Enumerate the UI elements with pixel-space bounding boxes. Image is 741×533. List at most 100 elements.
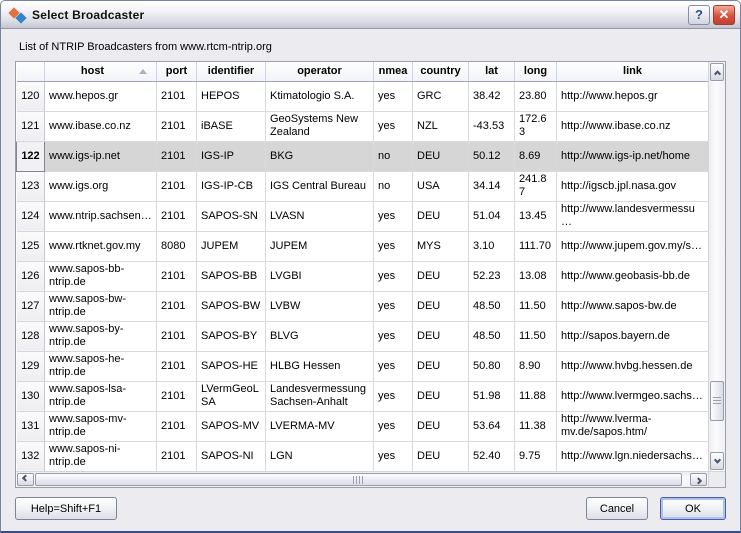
cell-long[interactable]: 111.70 [515, 231, 557, 261]
cell-identifier[interactable]: SAPOS-BW [197, 291, 266, 321]
cell-nmea[interactable]: yes [374, 201, 413, 231]
cell-operator[interactable]: Ktimatologio S.A. [266, 81, 374, 111]
cell-port[interactable]: 2101 [157, 321, 197, 351]
cell-nmea[interactable]: no [374, 141, 413, 171]
cell-link[interactable]: http://www.jupem.gov.my/s… [557, 231, 709, 261]
column-header-lat[interactable]: lat [469, 62, 515, 81]
cell-identifier[interactable]: SAPOS-BY [197, 321, 266, 351]
cell-host[interactable]: www.ibase.co.nz [45, 111, 157, 141]
cell-identifier[interactable]: JUPEM [197, 231, 266, 261]
context-help-icon[interactable]: ? [688, 5, 710, 25]
column-header-long[interactable]: long [515, 62, 557, 81]
cell-lat[interactable]: 50.80 [469, 351, 515, 381]
cell-long[interactable]: 8.69 [515, 141, 557, 171]
row-number-cell[interactable]: 129 [17, 351, 45, 381]
cell-nmea[interactable]: yes [374, 381, 413, 411]
cell-country[interactable]: DEU [413, 351, 469, 381]
cancel-button[interactable]: Cancel [586, 497, 648, 520]
cell-operator[interactable]: BLVG [266, 321, 374, 351]
cell-link[interactable]: http://www.landesvermessu… [557, 201, 709, 231]
horizontal-scrollbar-thumb[interactable] [35, 473, 682, 486]
cell-lat[interactable]: 52.23 [469, 261, 515, 291]
ok-button[interactable]: OK [660, 497, 726, 520]
cell-port[interactable]: 2101 [157, 381, 197, 411]
cell-long[interactable]: 11.50 [515, 321, 557, 351]
cell-identifier[interactable]: SAPOS-BB [197, 261, 266, 291]
cell-operator[interactable]: IGS Central Bureau [266, 171, 374, 201]
cell-operator[interactable]: LVERMA-MV [266, 411, 374, 441]
cell-port[interactable]: 2101 [157, 111, 197, 141]
scroll-left-button[interactable] [17, 473, 34, 486]
cell-nmea[interactable]: yes [374, 111, 413, 141]
cell-link[interactable]: http://igscb.jpl.nasa.gov [557, 171, 709, 201]
cell-host[interactable]: www.hepos.gr [45, 81, 157, 111]
cell-host[interactable]: www.sapos-ni-ntrip.de [45, 441, 157, 471]
cell-host[interactable]: www.igs.org [45, 171, 157, 201]
cell-nmea[interactable]: yes [374, 231, 413, 261]
column-header-operator[interactable]: operator [266, 62, 374, 81]
cell-port[interactable]: 2101 [157, 291, 197, 321]
cell-country[interactable]: NZL [413, 111, 469, 141]
cell-identifier[interactable]: IGS-IP-CB [197, 171, 266, 201]
horizontal-scrollbar-track[interactable] [35, 472, 689, 487]
cell-host[interactable]: www.sapos-he-ntrip.de [45, 351, 157, 381]
cell-long[interactable]: 11.38 [515, 411, 557, 441]
cell-identifier[interactable]: SAPOS-SN [197, 201, 266, 231]
cell-port[interactable]: 2101 [157, 201, 197, 231]
cell-operator[interactable]: JUPEM [266, 231, 374, 261]
cell-nmea[interactable]: yes [374, 321, 413, 351]
cell-long[interactable]: 241.87 [515, 171, 557, 201]
cell-nmea[interactable]: yes [374, 291, 413, 321]
cell-lat[interactable]: 3.10 [469, 231, 515, 261]
cell-identifier[interactable]: SAPOS-MV [197, 411, 266, 441]
column-header-link[interactable]: link [557, 62, 709, 81]
cell-lat[interactable]: 51.98 [469, 381, 515, 411]
row-number-cell[interactable]: 130 [17, 381, 45, 411]
cell-operator[interactable]: GeoSystems New Zealand [266, 111, 374, 141]
cell-country[interactable]: DEU [413, 201, 469, 231]
cell-country[interactable]: DEU [413, 261, 469, 291]
cell-host[interactable]: www.sapos-mv-ntrip.de [45, 411, 157, 441]
row-number-cell[interactable]: 128 [17, 321, 45, 351]
cell-link[interactable]: http://www.ibase.co.nz [557, 111, 709, 141]
cell-port[interactable]: 2101 [157, 171, 197, 201]
column-header-port[interactable]: port [157, 62, 197, 81]
cell-port[interactable]: 2101 [157, 141, 197, 171]
cell-country[interactable]: DEU [413, 141, 469, 171]
cell-link[interactable]: http://www.lvermgeo.sachs… [557, 381, 709, 411]
scroll-right-button[interactable] [690, 473, 707, 486]
cell-identifier[interactable]: SAPOS-HE [197, 351, 266, 381]
cell-lat[interactable]: 38.42 [469, 81, 515, 111]
column-header-nmea[interactable]: nmea [374, 62, 413, 81]
cell-long[interactable]: 23.80 [515, 81, 557, 111]
cell-operator[interactable]: Landesvermessung Sachsen-Anhalt [266, 381, 374, 411]
cell-lat[interactable]: 53.64 [469, 411, 515, 441]
cell-host[interactable]: www.sapos-lsa-ntrip.de [45, 381, 157, 411]
cell-host[interactable]: www.sapos-by-ntrip.de [45, 321, 157, 351]
cell-country[interactable]: DEU [413, 381, 469, 411]
cell-lat[interactable]: 51.04 [469, 201, 515, 231]
cell-operator[interactable]: LVBW [266, 291, 374, 321]
cell-link[interactable]: http://www.sapos-bw.de [557, 291, 709, 321]
cell-nmea[interactable]: yes [374, 81, 413, 111]
cell-lat[interactable]: 34.14 [469, 171, 515, 201]
cell-host[interactable]: www.sapos-bw-ntrip.de [45, 291, 157, 321]
scroll-up-button[interactable] [710, 63, 724, 81]
cell-host[interactable]: www.sapos-bb-ntrip.de [45, 261, 157, 291]
cell-port[interactable]: 8080 [157, 231, 197, 261]
vertical-scrollbar-track[interactable] [709, 82, 725, 451]
cell-operator[interactable]: BKG [266, 141, 374, 171]
cell-nmea[interactable]: no [374, 171, 413, 201]
row-number-cell[interactable]: 122 [17, 141, 45, 171]
cell-identifier[interactable]: IGS-IP [197, 141, 266, 171]
cell-operator[interactable]: LGN [266, 441, 374, 471]
cell-operator[interactable]: HLBG Hessen [266, 351, 374, 381]
cell-host[interactable]: www.ntrip.sachsen… [45, 201, 157, 231]
cell-port[interactable]: 2101 [157, 81, 197, 111]
row-number-cell[interactable]: 132 [17, 441, 45, 471]
row-number-cell[interactable]: 123 [17, 171, 45, 201]
cell-link[interactable]: http://www.geobasis-bb.de [557, 261, 709, 291]
cell-long[interactable]: 9.75 [515, 441, 557, 471]
cell-lat[interactable]: -43.53 [469, 111, 515, 141]
cell-link[interactable]: http://www.hepos.gr [557, 81, 709, 111]
